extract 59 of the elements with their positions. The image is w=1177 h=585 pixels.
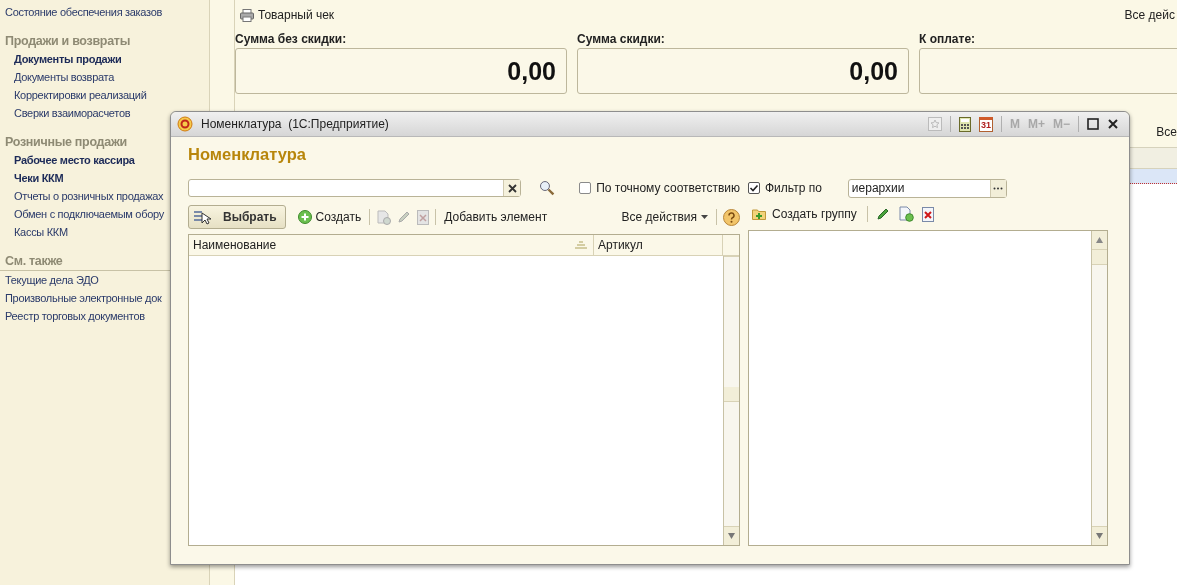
total-label: Сумма скидки:: [577, 32, 666, 48]
scroll-down-icon[interactable]: [1096, 533, 1103, 539]
app-logo-icon: [177, 116, 193, 132]
scroll-thumb[interactable]: [1092, 250, 1107, 265]
calculator-icon[interactable]: [958, 116, 971, 132]
checkbox-label: Фильтр по: [765, 181, 822, 195]
section-title: Розничные продажи: [4, 134, 128, 151]
search-icon[interactable]: [539, 180, 556, 196]
ellipsis-icon: [993, 186, 1004, 190]
caret-icon: [701, 215, 708, 219]
cursor-list-icon: [193, 209, 211, 225]
sidebar-link[interactable]: Корректировки реализаций: [0, 86, 209, 104]
pencil-icon[interactable]: [875, 207, 890, 221]
delete-icon[interactable]: [921, 206, 934, 222]
total-field: 0,00: [577, 48, 909, 94]
checkbox[interactable]: [579, 182, 592, 194]
maximize-icon[interactable]: [1087, 118, 1099, 130]
star-icon[interactable]: [927, 117, 942, 131]
filter-field[interactable]: иерархии: [847, 178, 1007, 198]
all-actions-menu[interactable]: Все действия: [619, 210, 710, 224]
calendar-icon[interactable]: 31: [978, 116, 993, 132]
create-button[interactable]: Создать: [295, 210, 364, 224]
checkbox[interactable]: [748, 182, 760, 194]
section-title: Продажи и возвраты: [4, 33, 132, 50]
sidebar-link[interactable]: Документы возврата: [0, 68, 209, 86]
delete-icon[interactable]: [417, 209, 430, 225]
column-header[interactable]: Артикул: [594, 235, 723, 255]
choose-button[interactable]: [989, 179, 1006, 197]
copy-document-icon[interactable]: [376, 209, 392, 225]
add-element-button[interactable]: Добавить элемент: [442, 210, 550, 224]
all-actions-menu[interactable]: Все: [1156, 125, 1177, 141]
search-field[interactable]: [188, 179, 522, 197]
scroll-thumb[interactable]: [724, 387, 739, 402]
create-group-button[interactable]: Создать группу: [750, 207, 859, 221]
folder-add-icon: [752, 207, 768, 221]
total-label: К оплате:: [919, 32, 977, 48]
total-field: 0,00: [235, 48, 567, 94]
select-button[interactable]: Выбрать: [188, 205, 286, 229]
sort-icon: [575, 241, 587, 249]
scroll-down-icon[interactable]: [728, 533, 735, 539]
checkbox-label: По точному соответствию: [596, 181, 740, 195]
clear-button[interactable]: [503, 180, 521, 196]
scroll-up-icon[interactable]: [1096, 237, 1103, 243]
clear-icon: [507, 183, 517, 193]
print-button[interactable]: Товарный чек: [238, 8, 337, 22]
printer-icon: [240, 8, 254, 22]
column-header[interactable]: Наименование: [189, 235, 594, 255]
help-icon[interactable]: [723, 208, 740, 226]
add-icon: [297, 210, 312, 224]
sidebar-link[interactable]: Документы продажи: [0, 50, 209, 68]
sidebar-link[interactable]: Состояние обеспечения заказов: [0, 3, 209, 21]
all-actions-menu[interactable]: Все дейс: [1124, 8, 1177, 22]
close-icon[interactable]: [1107, 118, 1119, 130]
form-heading: Номенклатура: [188, 145, 307, 165]
scrollbar[interactable]: [723, 256, 739, 545]
window-title: Номенклатура (1С:Предприятие): [201, 117, 389, 131]
scrollbar[interactable]: [1091, 231, 1107, 545]
copy-document-icon[interactable]: [897, 206, 914, 222]
total-label: Сумма без скидки:: [235, 32, 348, 48]
